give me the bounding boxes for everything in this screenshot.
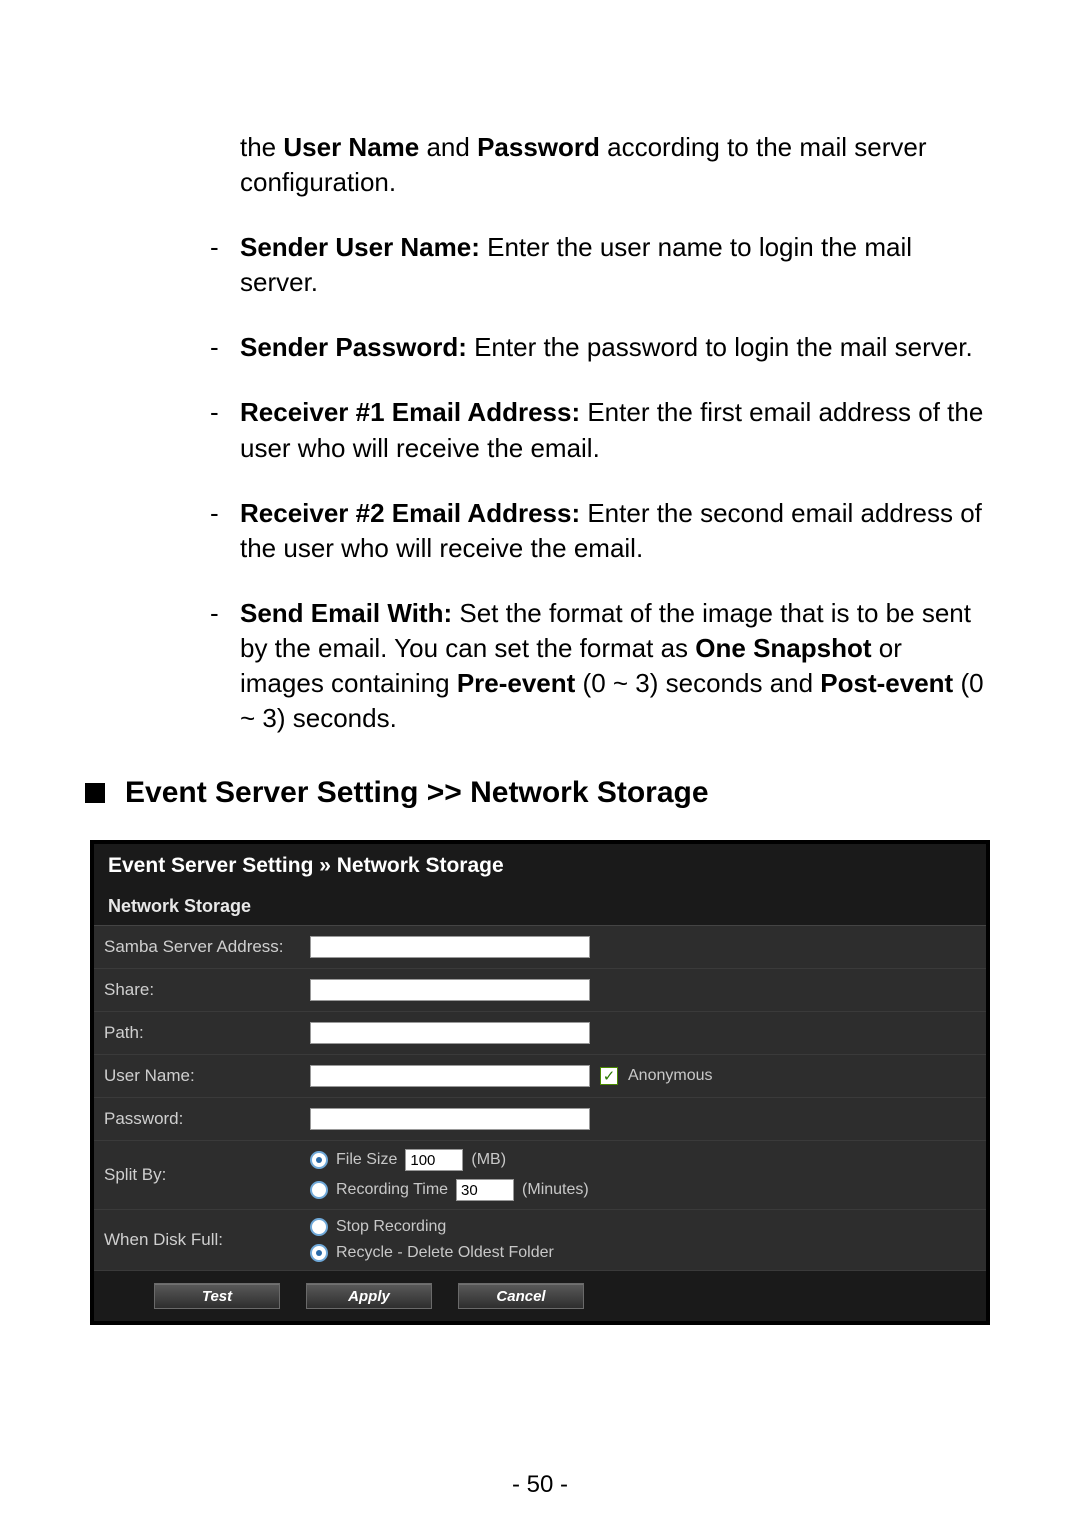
field-label: User Name: [94, 1058, 304, 1094]
text-bold: Password [477, 132, 600, 162]
row-password: Password: [94, 1098, 986, 1141]
user-name-input[interactable] [310, 1065, 590, 1087]
recycle-radio[interactable] [310, 1244, 328, 1262]
field-label: Share: [94, 972, 304, 1008]
list-item-title: Receiver #2 Email Address: [240, 498, 580, 528]
file-size-input[interactable]: 100 [405, 1149, 463, 1171]
list-item-text: Enter the password to login the mail ser… [467, 332, 973, 362]
text-bold: Pre-event [457, 668, 576, 698]
row-user-name: User Name: ✓ Anonymous [94, 1055, 986, 1098]
split-filesize-label: File Size [336, 1151, 397, 1169]
list-item: - Sender Password: Enter the password to… [210, 330, 990, 365]
text-bold: Post-event [820, 668, 953, 698]
recording-time-input[interactable]: 30 [456, 1179, 514, 1201]
bullet-dash-icon: - [210, 230, 219, 265]
row-disk-full: When Disk Full: Stop Recording Recycle -… [94, 1210, 986, 1271]
apply-button[interactable]: Apply [306, 1283, 432, 1309]
text-bold: One Snapshot [695, 633, 871, 663]
path-input[interactable] [310, 1022, 590, 1044]
bullet-dash-icon: - [210, 395, 219, 430]
list-item: - Receiver #1 Email Address: Enter the f… [210, 395, 990, 465]
bullet-list: - Sender User Name: Enter the user name … [210, 230, 990, 736]
cancel-button[interactable]: Cancel [458, 1283, 584, 1309]
test-button[interactable]: Test [154, 1283, 280, 1309]
list-item-title: Receiver #1 Email Address: [240, 397, 580, 427]
panel-section-label: Network Storage [94, 892, 986, 926]
list-item-title: Sender User Name: [240, 232, 480, 262]
share-input[interactable] [310, 979, 590, 1001]
row-share: Share: [94, 969, 986, 1012]
bullet-dash-icon: - [210, 330, 219, 365]
square-bullet-icon [85, 783, 105, 803]
field-label: Password: [94, 1101, 304, 1137]
field-label: When Disk Full: [94, 1222, 304, 1258]
list-item-text: (0 ~ 3) seconds and [575, 668, 820, 698]
split-recording-radio[interactable] [310, 1181, 328, 1199]
anonymous-checkbox[interactable]: ✓ [600, 1067, 618, 1085]
recording-time-unit: (Minutes) [522, 1181, 589, 1199]
file-size-unit: (MB) [471, 1151, 506, 1169]
password-input[interactable] [310, 1108, 590, 1130]
split-recording-label: Recording Time [336, 1181, 448, 1199]
list-item-title: Send Email With: [240, 598, 452, 628]
field-label: Split By: [94, 1157, 304, 1193]
text: the [240, 132, 283, 162]
list-item: - Receiver #2 Email Address: Enter the s… [210, 496, 990, 566]
settings-panel: Event Server Setting » Network Storage N… [90, 840, 990, 1325]
button-bar: Test Apply Cancel [94, 1271, 986, 1321]
panel-title: Event Server Setting » Network Storage [94, 844, 986, 892]
field-label: Path: [94, 1015, 304, 1051]
row-samba-address: Samba Server Address: [94, 926, 986, 969]
bullet-dash-icon: - [210, 496, 219, 531]
field-label: Samba Server Address: [94, 929, 304, 965]
row-path: Path: [94, 1012, 986, 1055]
samba-address-input[interactable] [310, 936, 590, 958]
stop-recording-radio[interactable] [310, 1218, 328, 1236]
list-item: - Send Email With: Set the format of the… [210, 596, 990, 736]
section-heading-text: Event Server Setting >> Network Storage [125, 776, 709, 810]
section-heading: Event Server Setting >> Network Storage [90, 776, 990, 810]
row-split-by: Split By: File Size 100 (MB) Recording T… [94, 1141, 986, 1210]
stop-recording-label: Stop Recording [336, 1218, 446, 1236]
recycle-label: Recycle - Delete Oldest Folder [336, 1244, 554, 1262]
split-filesize-radio[interactable] [310, 1151, 328, 1169]
intro-paragraph: the User Name and Password according to … [240, 130, 990, 200]
text-bold: User Name [283, 132, 419, 162]
text: and [419, 132, 477, 162]
page-number: - 50 - [0, 1471, 1080, 1499]
list-item-title: Sender Password: [240, 332, 467, 362]
anonymous-label: Anonymous [628, 1067, 713, 1085]
bullet-dash-icon: - [210, 596, 219, 631]
list-item: - Sender User Name: Enter the user name … [210, 230, 990, 300]
